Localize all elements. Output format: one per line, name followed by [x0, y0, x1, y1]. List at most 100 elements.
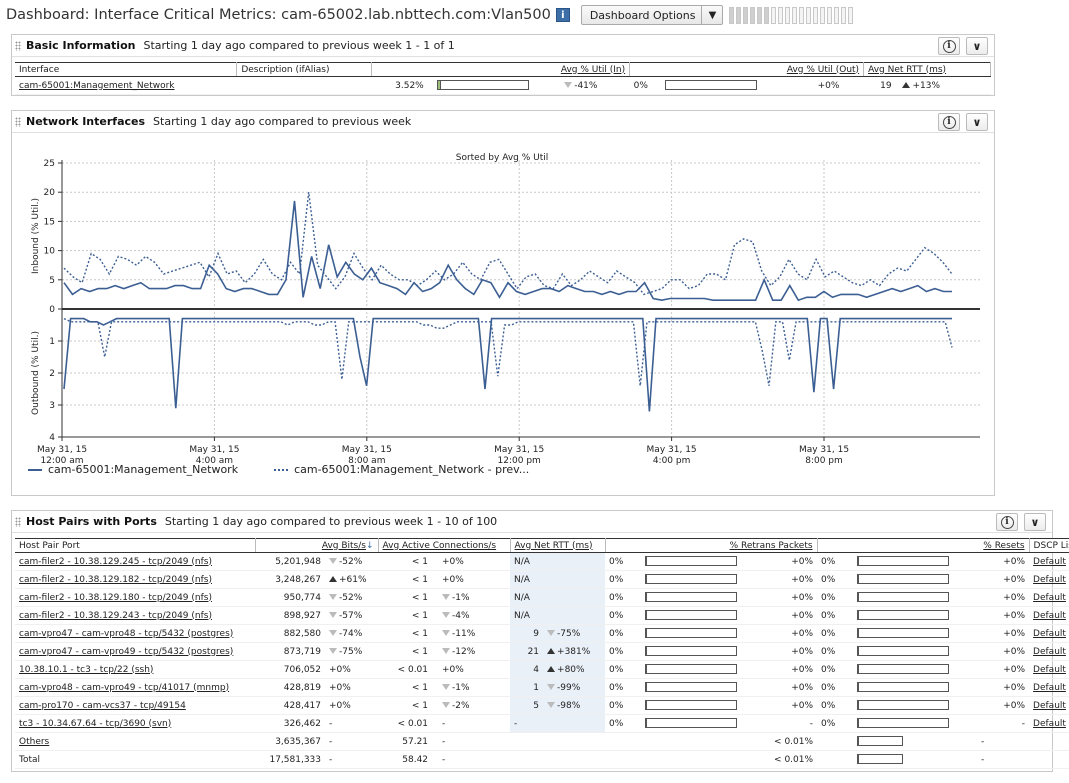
resets-bar — [853, 732, 978, 751]
info-icon[interactable]: i — [555, 8, 570, 22]
col-util-out[interactable]: Avg % Util (Out) — [629, 62, 865, 77]
chevron-down-icon: ∨ — [972, 39, 982, 53]
host-pair-link[interactable]: cam-filer2 - 10.38.129.180 - tcp/2049 (n… — [15, 588, 255, 607]
rtt-change: +80% — [543, 660, 606, 679]
resets-bar — [853, 714, 978, 733]
col-dscp-list[interactable]: DSCP List — [1029, 538, 1069, 553]
info-icon: i — [942, 39, 956, 53]
retrans-value: 0% — [605, 696, 642, 715]
drag-handle-icon[interactable] — [15, 117, 21, 127]
arrow-down-icon — [442, 630, 451, 636]
host-pair-link[interactable]: cam-vpro48 - cam-vpro49 - tcp/41017 (mnm… — [15, 678, 255, 697]
others-label[interactable]: Others — [15, 732, 255, 751]
drag-handle-icon[interactable] — [15, 41, 21, 51]
resets-bar — [853, 624, 978, 643]
col-description[interactable]: Description (ifAlias) — [236, 62, 373, 77]
host-pair-link[interactable]: cam-vpro47 - cam-vpro49 - tcp/5432 (post… — [15, 642, 255, 661]
col-net-rtt[interactable]: Avg Net RTT (ms) — [510, 538, 606, 553]
retrans-bar — [641, 570, 766, 589]
panel-menu-button[interactable]: ∨ — [966, 37, 988, 55]
retrans-value: 0% — [605, 660, 642, 679]
panel-info-button[interactable]: i — [996, 513, 1018, 531]
resets-value: 0% — [817, 642, 854, 661]
resets-value: 0% — [817, 588, 854, 607]
panel-info-button[interactable]: i — [938, 37, 960, 55]
dscp-link[interactable]: Default — [1029, 642, 1069, 661]
bits-value: 428,819 — [255, 678, 325, 697]
retrans-change: +0% — [765, 552, 818, 571]
dscp-link[interactable]: Default — [1029, 588, 1069, 607]
network-interfaces-header: Network Interfaces Starting 1 day ago co… — [12, 111, 994, 133]
y-tick-label: 25 — [44, 159, 55, 169]
host-pair-link[interactable]: cam-filer2 - 10.38.129.182 - tcp/2049 (n… — [15, 570, 255, 589]
bits-change: -52% — [325, 588, 379, 607]
dscp-link[interactable]: Default — [1029, 714, 1069, 733]
resets-bar — [853, 696, 978, 715]
table-row: cam-vpro47 - cam-vpro48 - tcp/5432 (post… — [15, 624, 1069, 643]
dscp-link[interactable]: Default — [1029, 678, 1069, 697]
retrans-bar — [641, 696, 766, 715]
host-pair-link[interactable]: cam-vpro47 - cam-vpro48 - tcp/5432 (post… — [15, 624, 255, 643]
x-tick-label: May 31, 15 — [37, 445, 87, 455]
dscp-link[interactable]: Default — [1029, 552, 1069, 571]
retrans-value: 0% — [605, 570, 642, 589]
bits-value: 882,580 — [255, 624, 325, 643]
dscp-link[interactable]: Default — [1029, 696, 1069, 715]
resets-change: +0% — [977, 588, 1030, 607]
basic-information-header: Basic Information Starting 1 day ago com… — [12, 35, 994, 57]
legend-item-current[interactable]: cam-65001:Management_Network — [28, 463, 238, 476]
rtt-change — [543, 606, 606, 625]
total-label: Total — [15, 750, 255, 769]
resets-change: - — [977, 714, 1030, 733]
dscp-link[interactable]: Default — [1029, 606, 1069, 625]
resets-bar — [853, 750, 978, 769]
retrans-bar — [641, 660, 766, 679]
dscp-link[interactable]: Default — [1029, 624, 1069, 643]
rtt-value: N/A — [510, 552, 544, 571]
resets-change: +0% — [977, 642, 1030, 661]
resets-bar — [853, 570, 978, 589]
arrow-down-icon — [329, 594, 337, 600]
col-util-in[interactable]: Avg % Util (In) — [371, 62, 631, 77]
table-row: cam-filer2 - 10.38.129.243 - tcp/2049 (n… — [15, 606, 1069, 625]
resets-bar — [853, 606, 978, 625]
rtt-change: -75% — [543, 624, 606, 643]
col-interface[interactable]: Interface — [15, 62, 238, 77]
rtt-change: -98% — [543, 696, 606, 715]
info-icon: i — [1000, 515, 1014, 529]
interface-link[interactable]: cam-65001:Management_Network — [15, 76, 237, 95]
host-pair-link[interactable]: cam-filer2 - 10.38.129.245 - tcp/2049 (n… — [15, 552, 255, 571]
dashboard-options-button[interactable]: Dashboard Options ▼ — [580, 5, 724, 25]
arrow-up-icon — [902, 82, 911, 88]
retrans-value: 0% — [605, 642, 642, 661]
x-tick-label: 8:00 pm — [805, 456, 843, 466]
col-resets[interactable]: % Resets — [817, 538, 1030, 553]
panel-menu-button[interactable]: ∨ — [1024, 513, 1046, 531]
panel-menu-button[interactable]: ∨ — [966, 113, 988, 131]
bits-change: +0% — [325, 678, 379, 697]
chart-legend: cam-65001:Management_Network cam-65001:M… — [28, 463, 529, 476]
host-pair-link[interactable]: cam-filer2 - 10.38.129.243 - tcp/2049 (n… — [15, 606, 255, 625]
others-row: Others 3,635,367-57.21- < 0.01% - — [15, 732, 1069, 751]
resets-value: 0% — [817, 678, 854, 697]
col-retrans-packets[interactable]: % Retrans Packets — [605, 538, 818, 553]
host-pair-link[interactable]: 10.38.10.1 - tc3 - tcp/22 (ssh) — [15, 660, 255, 679]
host-pair-link[interactable]: cam-pro170 - cam-vcs37 - tcp/49154 — [15, 696, 255, 715]
bits-change: -74% — [325, 624, 379, 643]
table-row: cam-vpro47 - cam-vpro49 - tcp/5432 (post… — [15, 642, 1069, 661]
col-active-connections[interactable]: Avg Active Connections/s — [378, 538, 511, 553]
legend-item-previous[interactable]: cam-65001:Management_Network - prev... — [274, 463, 529, 476]
panel-info-button[interactable]: i — [938, 113, 960, 131]
series-line-current-outbound — [63, 317, 952, 412]
col-net-rtt[interactable]: Avg Net RTT (ms) — [863, 62, 991, 77]
col-host-pair-port[interactable]: Host Pair Port — [15, 538, 256, 553]
arrow-down-icon — [329, 612, 337, 618]
drag-handle-icon[interactable] — [15, 517, 21, 527]
host-pair-link[interactable]: tc3 - 10.34.67.64 - tcp/3690 (svn) — [15, 714, 255, 733]
col-avg-bits[interactable]: Avg Bits/s↓ — [255, 538, 379, 553]
dscp-link[interactable]: Default — [1029, 660, 1069, 679]
page-title: Dashboard: Interface Critical Metrics: c… — [6, 7, 551, 23]
dscp-link[interactable]: Default — [1029, 570, 1069, 589]
utilization-chart[interactable]: Sorted by Avg % Util 25 20 15 10 5 0 1 2 3 4 May 31… — [12, 135, 994, 475]
bits-change: - — [325, 732, 379, 751]
